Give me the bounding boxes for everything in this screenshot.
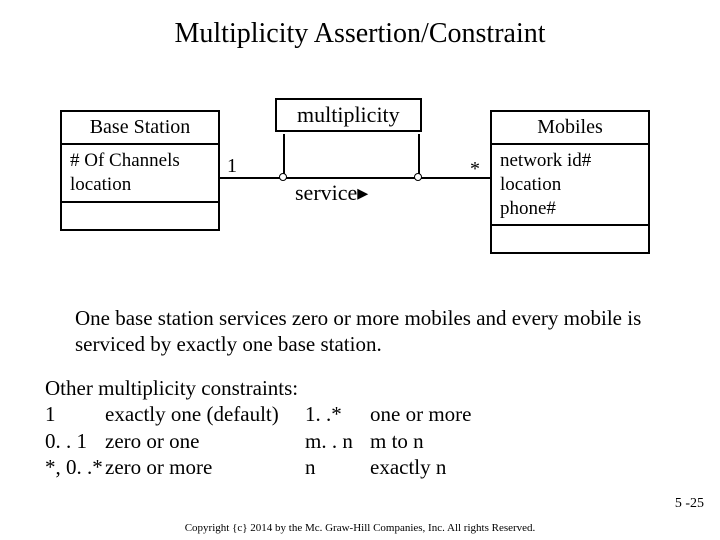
class-operations	[492, 226, 648, 252]
rule-text: exactly one (default)	[105, 401, 305, 427]
rule-symbol: 1	[45, 401, 105, 427]
class-operations	[62, 203, 218, 229]
rule-text: one or more	[370, 401, 570, 427]
uml-class-base-station: Base Station # Of Channels location	[60, 110, 220, 231]
connector-line	[283, 134, 285, 177]
rule-symbol: 1. .*	[305, 401, 370, 427]
class-attributes: # Of Channels location	[62, 145, 218, 203]
rule-symbol: m. . n	[305, 428, 370, 454]
connector-endpoint	[414, 173, 422, 181]
attr: network id#	[500, 149, 640, 173]
rule-symbol: *, 0. .*	[45, 454, 105, 480]
copyright-text: Copyright {c} 2014 by the Mc. Graw-Hill …	[0, 522, 720, 534]
rule-symbol: 0. . 1	[45, 428, 105, 454]
connector-endpoint	[279, 173, 287, 181]
multiplicity-rules: Other multiplicity constraints: 1 exactl…	[45, 375, 570, 480]
connector-line	[418, 134, 420, 177]
class-name: Base Station	[62, 112, 218, 145]
rules-heading: Other multiplicity constraints:	[45, 375, 570, 401]
rule-text: zero or one	[105, 428, 305, 454]
uml-class-mobiles: Mobiles network id# location phone#	[490, 110, 650, 254]
multiplicity-right: *	[470, 158, 480, 181]
rules-grid: 1 exactly one (default) 1. .* one or mor…	[45, 401, 570, 480]
attr: phone#	[500, 197, 640, 221]
rule-text: zero or more	[105, 454, 305, 480]
association-line	[220, 177, 490, 179]
attr: location	[500, 173, 640, 197]
page-number: 5 -25	[675, 496, 704, 512]
class-name: Mobiles	[492, 112, 648, 145]
association-name: service▸	[295, 180, 368, 206]
multiplicity-left: 1	[227, 155, 237, 178]
page-title: Multiplicity Assertion/Constraint	[0, 18, 720, 50]
multiplicity-label-box: multiplicity	[275, 98, 422, 132]
rule-text: m to n	[370, 428, 570, 454]
rule-symbol: n	[305, 454, 370, 480]
slide: Multiplicity Assertion/Constraint Base S…	[0, 0, 720, 540]
attr: location	[70, 173, 210, 197]
attr: # Of Channels	[70, 149, 210, 173]
class-attributes: network id# location phone#	[492, 145, 648, 226]
rule-text: exactly n	[370, 454, 570, 480]
explanation-text: One base station services zero or more m…	[75, 305, 665, 358]
